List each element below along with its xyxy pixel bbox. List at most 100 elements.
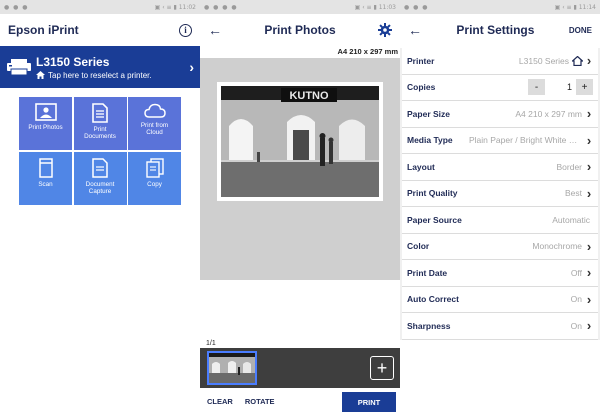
status-time: ▣ ‹ ≡ ▮ 11:14 [554, 3, 596, 11]
chevron-right-icon: › [586, 265, 592, 281]
plus-icon: + [376, 358, 388, 378]
app-bar: Epson iPrint i [0, 14, 200, 46]
photo-thumbnail[interactable] [207, 351, 257, 385]
copies-decrement-button[interactable]: - [528, 79, 545, 96]
photo-image: KUTNO [221, 86, 379, 197]
setting-row-layout[interactable]: Layout Border › [402, 154, 598, 181]
page-count: 1/1 [206, 340, 216, 347]
setting-value: Best [564, 188, 582, 199]
tile-label: Document Capture [85, 180, 115, 195]
print-photos-tile[interactable]: Print Photos [19, 97, 72, 150]
tile-label: Copy [147, 180, 162, 188]
app-title: Epson iPrint [8, 23, 79, 37]
done-button[interactable]: DONE [569, 26, 592, 35]
printer-name: L3150 Series [36, 54, 110, 69]
setting-row-color[interactable]: Color Monochrome › [402, 233, 598, 260]
setting-value: L3150 Series [518, 55, 569, 66]
info-icon[interactable]: i [179, 23, 192, 37]
document-icon [92, 103, 108, 123]
setting-row-sharpness[interactable]: Sharpness On › [402, 313, 598, 340]
setting-row-paper-size[interactable]: Paper Size A4 210 x 297 mm › [402, 101, 598, 128]
setting-label: Auto Correct [407, 294, 459, 305]
sign-text: KUTNO [289, 90, 329, 102]
setting-label: Sharpness [407, 320, 451, 331]
copies-stepper: - 1 + [528, 79, 593, 96]
cloud-icon [143, 103, 166, 118]
screen-title: Print Photos [264, 23, 336, 37]
tile-label: Scan [38, 180, 53, 188]
print-documents-tile[interactable]: Print Documents [73, 97, 127, 150]
chevron-right-icon: › [586, 106, 592, 122]
home-icon [36, 71, 45, 79]
copy-tile[interactable]: Copy [128, 151, 181, 205]
tile-label: Print from Cloud [140, 122, 169, 136]
screen-title: Print Settings [456, 23, 535, 37]
copies-value[interactable]: 1 [545, 82, 576, 92]
photo-preview[interactable]: KUTNO [217, 82, 383, 201]
photo-icon [34, 103, 57, 121]
thumbnail-strip: + [200, 348, 400, 388]
back-arrow-icon[interactable]: ← [408, 22, 422, 38]
printer-icon [6, 58, 32, 76]
scan-tile[interactable]: Scan [19, 151, 72, 205]
chevron-right-icon: › [189, 59, 194, 75]
chevron-right-icon: › [586, 132, 592, 148]
setting-label: Print Date [407, 267, 448, 278]
chevron-right-icon: › [586, 159, 592, 175]
print-button[interactable]: PRINT [342, 392, 396, 412]
empty-area [400, 340, 600, 415]
copies-increment-button[interactable]: + [576, 79, 593, 96]
gear-icon[interactable] [378, 23, 392, 37]
setting-value: Plain Paper / Bright White Paper [469, 135, 585, 146]
status-notifications: ● ● ● ● [204, 3, 238, 11]
setting-row-paper-source: Paper Source Automatic [402, 207, 598, 234]
function-grid: Print Photos Print Documents Print from … [19, 97, 181, 205]
rotate-button[interactable]: ROTATE [245, 397, 275, 406]
home-icon [572, 55, 583, 66]
printer-hint: Tap here to reselect a printer. [48, 70, 152, 80]
setting-label: Color [407, 241, 430, 252]
status-bar: ● ● ● ● ▣ ‹ ≡ ▮ 11:03 [200, 0, 400, 14]
status-notifications: ● ● ● [4, 3, 29, 11]
document-capture-icon [92, 157, 108, 178]
setting-row-print-quality[interactable]: Print Quality Best › [402, 180, 598, 207]
clear-button[interactable]: CLEAR [207, 397, 233, 406]
copy-icon [145, 157, 164, 178]
chevron-right-icon: › [586, 291, 592, 307]
setting-value: Monochrome [532, 241, 582, 252]
settings-list: Printer L3150 Series › Copies - 1 + Pape… [400, 48, 600, 340]
chevron-right-icon: › [586, 53, 592, 69]
setting-value: A4 210 x 297 mm [515, 108, 582, 119]
setting-row-media-type[interactable]: Media Type Plain Paper / Bright White Pa… [402, 127, 598, 154]
setting-row-copies: Copies - 1 + [402, 74, 598, 101]
setting-value: Off [570, 267, 582, 278]
setting-value: Border [556, 161, 582, 172]
add-photo-button[interactable]: + [370, 356, 394, 380]
status-bar: ● ● ● ▣ ‹ ≡ ▮ 11:02 [0, 0, 200, 14]
chevron-right-icon: › [586, 238, 592, 254]
action-bar: CLEAR ROTATE PRINT [200, 388, 400, 415]
print-from-cloud-tile[interactable]: Print from Cloud [128, 97, 181, 150]
setting-value: On [570, 294, 582, 305]
back-arrow-icon[interactable]: ← [208, 22, 222, 38]
setting-label: Paper Source [407, 214, 462, 225]
home-screen: ● ● ● ▣ ‹ ≡ ▮ 11:02 Epson iPrint i L3150… [0, 0, 200, 415]
status-time: ▣ ‹ ≡ ▮ 11:02 [154, 3, 196, 11]
status-bar: ● ● ● ▣ ‹ ≡ ▮ 11:14 [400, 0, 600, 14]
setting-row-auto-correct[interactable]: Auto Correct On › [402, 286, 598, 313]
tile-label: Print Documents [84, 126, 116, 140]
setting-label: Layout [407, 161, 435, 172]
setting-value: On [570, 320, 582, 331]
setting-label: Media Type [407, 135, 453, 146]
setting-row-printer[interactable]: Printer L3150 Series › [402, 48, 598, 75]
setting-label: Copies [407, 82, 436, 93]
chevron-right-icon: › [586, 185, 592, 201]
chevron-right-icon: › [586, 318, 592, 334]
status-time: ▣ ‹ ≡ ▮ 11:03 [354, 3, 396, 11]
document-capture-tile[interactable]: Document Capture [73, 151, 127, 205]
setting-label: Paper Size [407, 108, 450, 119]
printer-select-banner[interactable]: L3150 Series Tap here to reselect a prin… [0, 46, 200, 88]
print-photos-screen: ● ● ● ● ▣ ‹ ≡ ▮ 11:03 ← Print Photos A4 … [200, 0, 400, 415]
setting-value: Automatic [552, 214, 590, 225]
setting-row-print-date[interactable]: Print Date Off › [402, 260, 598, 287]
